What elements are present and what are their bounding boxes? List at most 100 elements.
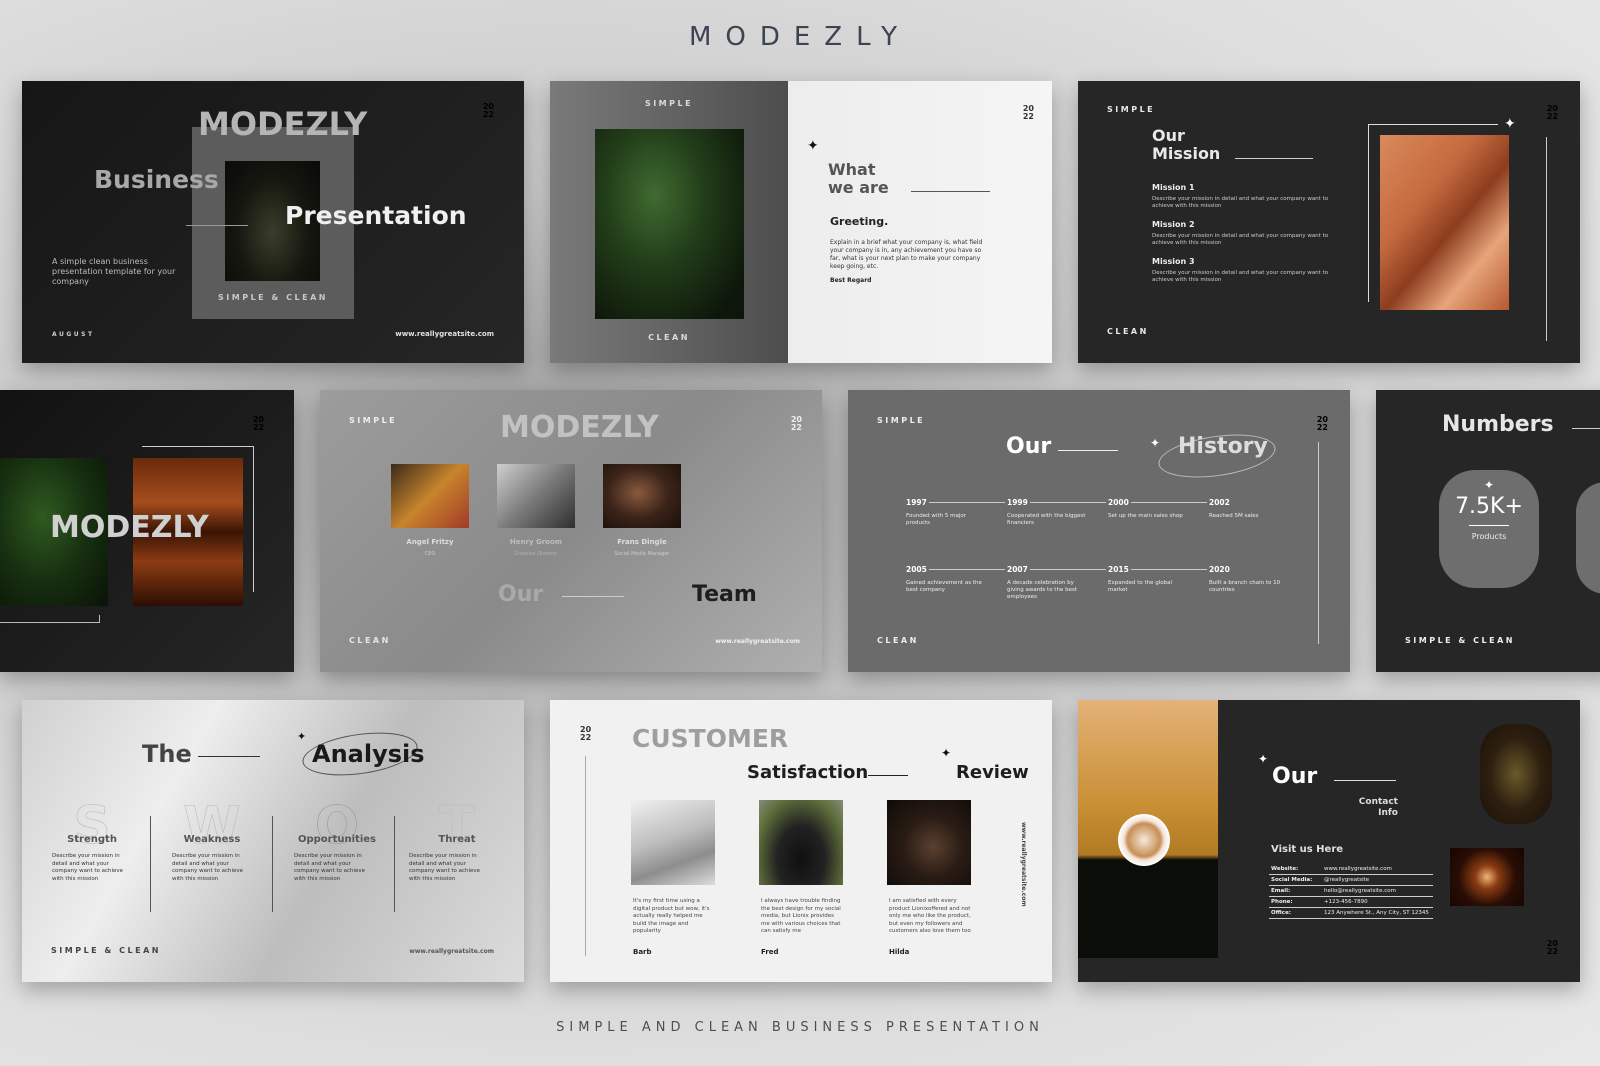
- swot-website-link[interactable]: www.reallygreatsite.com: [409, 948, 494, 955]
- divider-line: [198, 756, 260, 757]
- contact-table: Website: www.reallygreatsite.com Social M…: [1269, 864, 1433, 919]
- sparkle-icon: ✦: [297, 730, 307, 743]
- stat-divider: [1469, 525, 1509, 526]
- column-divider: [394, 816, 395, 912]
- bottom-label: CLEAN: [349, 636, 391, 645]
- slide-greeting[interactable]: SIMPLE CLEAN 20 22 ✦ What we are Greeting.…: [550, 81, 1052, 363]
- top-label: SIMPLE: [877, 416, 926, 425]
- slide-cover[interactable]: 20 22 MODEZLY Business Presentation A sim…: [22, 81, 524, 363]
- mission-title: Our Mission: [1152, 126, 1221, 163]
- divider-line: [868, 775, 908, 776]
- year-label: 20 22: [1022, 104, 1034, 121]
- bottom-label: CLEAN: [1107, 327, 1149, 336]
- divider-line: [186, 225, 248, 226]
- slide-history[interactable]: SIMPLE 20 22 Our ✦ History 1997 Founded wi…: [848, 390, 1350, 672]
- sparkle-icon: ✦: [1258, 752, 1269, 766]
- divider-line: [1058, 450, 1118, 451]
- team-website-link[interactable]: www.reallygreatsite.com: [715, 638, 800, 645]
- foliage-photo: [595, 129, 744, 319]
- stat-card: ✦ 7.5K+ Products: [1439, 470, 1539, 588]
- page-footer-tagline: SIMPLE AND CLEAN BUSINESS PRESENTATION: [556, 1020, 1044, 1035]
- slide-contact[interactable]: ✦ Our Contact Info Visit us Here Website:…: [1078, 700, 1580, 982]
- greeting-title: What we are: [828, 160, 889, 197]
- review-title-review: Review: [956, 762, 1029, 783]
- customer-photo: [631, 800, 715, 885]
- numbers-title: Numbers: [1442, 412, 1554, 437]
- team-photo: [391, 464, 469, 528]
- slide-numbers[interactable]: Numbers ✦ 7.5K+ Products SIMPLE & CLEAN: [1376, 390, 1600, 672]
- bottom-label: CLEAN: [877, 636, 919, 645]
- vertical-line: [585, 756, 586, 956]
- website-link[interactable]: www.reallygreatsite.com: [1324, 866, 1392, 872]
- team-title-our: Our: [498, 582, 544, 607]
- stat-value: 7.5K+: [1455, 494, 1523, 519]
- greeting-body: Explain in a brief what your company is,…: [830, 239, 983, 270]
- year-label: 20 22: [1546, 939, 1558, 956]
- timeline-event: 2005 Gained achievement as the best compa…: [906, 565, 1007, 601]
- sparkle-icon: ✦: [1504, 116, 1516, 132]
- cover-word-business: Business: [94, 165, 219, 194]
- swot-item: O Opportunities Describe your mission in…: [294, 796, 376, 882]
- latte-cup: [1118, 814, 1170, 866]
- swot-grid: S Strength Describe your mission in deta…: [22, 800, 524, 920]
- divider-line: [1235, 158, 1313, 159]
- review-website-link[interactable]: www.reallygreatsite.com: [1020, 822, 1027, 907]
- abstract-orange-photo: [1380, 135, 1509, 310]
- page-brand-title: MODEZLY: [688, 22, 912, 52]
- divider-line: [562, 596, 624, 597]
- team-brand: MODEZLY: [500, 410, 659, 445]
- column-divider: [272, 816, 273, 912]
- timeline-event: 2002 Reached 5M sales: [1209, 498, 1259, 519]
- timeline-event: 1999 Cooperated with the biggest financie…: [1007, 498, 1108, 527]
- vertical-line: [1318, 442, 1319, 644]
- sparkle-icon: ✦: [1483, 478, 1495, 492]
- slide-team[interactable]: SIMPLE 20 22 MODEZLY Angel Fritzy CEO Henr…: [320, 390, 822, 672]
- review-title-customer: CUSTOMER: [632, 724, 789, 753]
- timeline-event: 2020 Built a branch chain to 10 countries: [1209, 565, 1281, 593]
- top-label: SIMPLE: [1107, 105, 1156, 114]
- swot-title-the: The: [142, 740, 192, 768]
- year-label: 20 22: [1546, 104, 1558, 121]
- sparkle-icon: ✦: [807, 138, 819, 154]
- bottom-label: CLEAN: [648, 333, 690, 342]
- contact-title-our: Our: [1272, 764, 1318, 789]
- sparkle-icon: ✦: [1150, 436, 1161, 450]
- divider-line: [1572, 428, 1600, 429]
- column-divider: [150, 816, 151, 912]
- team-member: Angel Fritzy CEO: [406, 538, 454, 557]
- timeline-row: 2005 Gained achievement as the best compa…: [906, 565, 1306, 601]
- slide-brand[interactable]: 20 22 MODEZLY: [0, 390, 294, 672]
- cover-website-link[interactable]: www.reallygreatsite.com: [395, 330, 494, 338]
- swot-title-analysis: Analysis: [312, 740, 425, 768]
- slide-review[interactable]: 20 22 CUSTOMER Satisfaction ✦ Review www.…: [550, 700, 1052, 982]
- divider-line: [1334, 780, 1396, 781]
- cover-month: AUGUST: [52, 331, 95, 338]
- divider-line: [911, 191, 990, 192]
- lamp-photo: [1450, 848, 1524, 906]
- timeline-event: 1997 Founded with 5 major products: [906, 498, 1007, 527]
- review-item: It's my first time using a digital produ…: [633, 898, 710, 956]
- cover-tag: SIMPLE & CLEAN: [218, 293, 328, 302]
- timeline-row: 1997 Founded with 5 major products 1999 Co…: [906, 498, 1306, 527]
- swot-item: T Threat Describe your mission in detail…: [409, 796, 481, 882]
- swot-item: W Weakness Describe your mission in deta…: [172, 796, 244, 882]
- team-title-team: Team: [692, 582, 757, 607]
- brand-wordmark: MODEZLY: [50, 510, 209, 545]
- customer-photo: [887, 800, 971, 885]
- timeline-event: 2007 A decade celebration by giving award…: [1007, 565, 1108, 601]
- review-item: I am satisfied with every product Lionix…: [889, 898, 971, 956]
- email-link[interactable]: hello@reallygreatsite.com: [1324, 888, 1396, 894]
- greeting-signoff: Best Regard: [830, 277, 872, 284]
- year-label: 20 22: [482, 102, 494, 119]
- contact-subtitle: Contact Info: [1358, 797, 1398, 818]
- flower-photo: [1480, 724, 1552, 824]
- slide-swot[interactable]: The ✦ Analysis S Strength Describe your …: [22, 700, 524, 982]
- contact-row: Website: www.reallygreatsite.com: [1269, 864, 1433, 875]
- slide-mission[interactable]: SIMPLE 20 22 Our Mission Mission 1 Describe…: [1078, 81, 1580, 363]
- bottom-label: SIMPLE & CLEAN: [1405, 636, 1515, 645]
- cover-subtitle: A simple clean business presentation tem…: [52, 257, 176, 286]
- vertical-line: [1546, 137, 1547, 341]
- contact-row: Email: hello@reallygreatsite.com: [1269, 886, 1433, 897]
- bottom-label: SIMPLE & CLEAN: [51, 946, 161, 955]
- team-member: Frans Dingle Social Media Manager: [614, 538, 670, 557]
